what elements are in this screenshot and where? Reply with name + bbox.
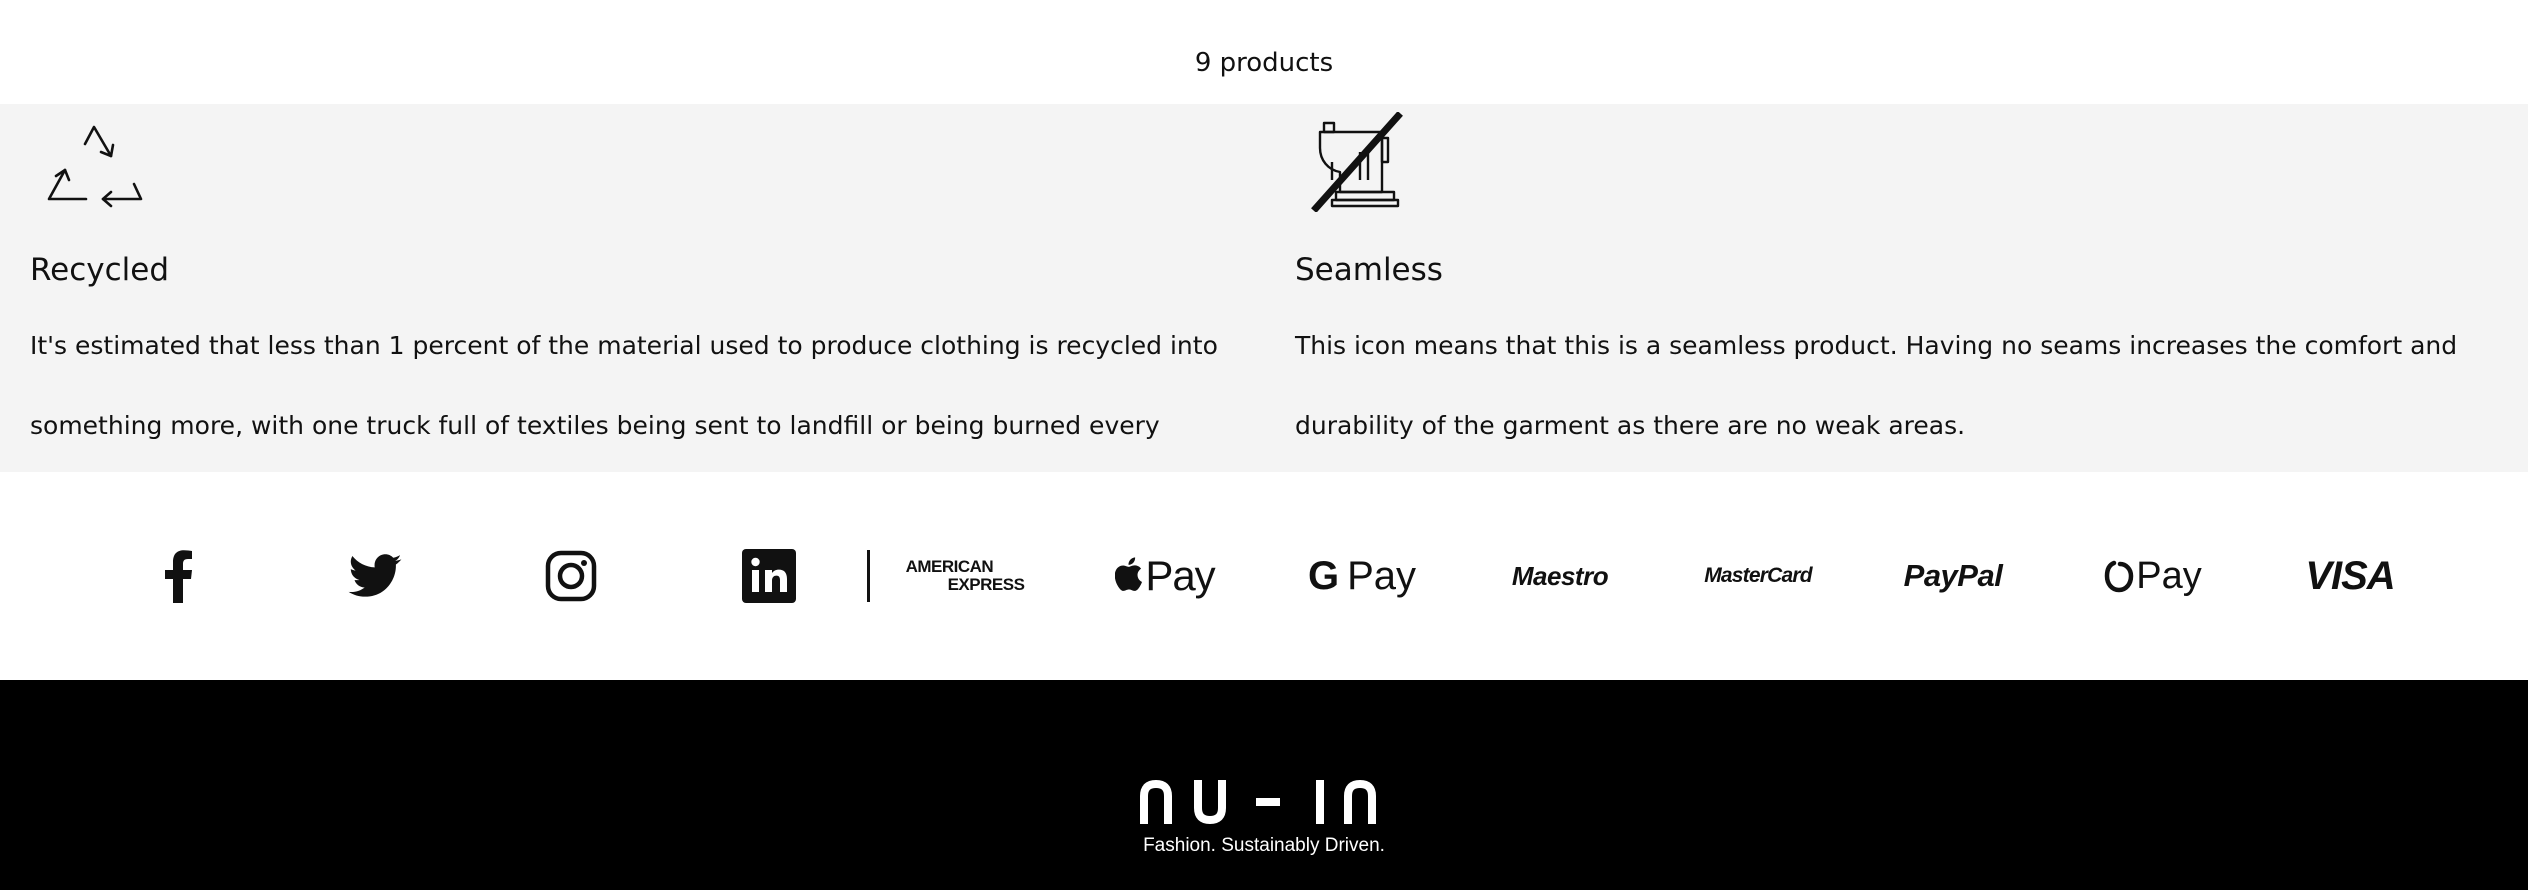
- mastercard-logo: MasterCard: [1700, 472, 1816, 680]
- amex-logo: AMERICAN EXPRESS: [906, 472, 1025, 680]
- instagram-icon: [545, 550, 597, 602]
- mastercard-label: MasterCard: [1704, 564, 1812, 587]
- maestro-label: Maestro: [1511, 560, 1609, 591]
- social-payment-divider: [867, 550, 870, 602]
- apple-icon: [1115, 557, 1143, 591]
- product-features: Recycled It's estimated that less than 1…: [0, 104, 2528, 520]
- feature-description: This icon means that this is a seamless …: [1295, 331, 2458, 440]
- twitter-link[interactable]: [344, 472, 406, 680]
- apple-pay-logo: Pay: [1110, 472, 1220, 680]
- amex-line-2: EXPRESS: [947, 575, 1025, 594]
- feature-title: Seamless: [1295, 252, 1443, 288]
- facebook-link[interactable]: [150, 472, 206, 680]
- visa-label: VISA: [2305, 553, 2395, 598]
- instagram-link[interactable]: [540, 472, 602, 680]
- shop-pay-logo: Pay: [2093, 472, 2213, 680]
- site-footer: Fashion. Sustainably Driven.: [0, 680, 2528, 890]
- google-g-icon: G: [1307, 553, 1340, 598]
- shop-pay-icon: [2104, 560, 2134, 593]
- google-pay-logo: G Pay: [1307, 472, 1417, 680]
- feature-seamless: Seamless This icon means that this is a …: [1295, 104, 2505, 472]
- product-count-bar: 9 products: [0, 0, 2528, 104]
- linkedin-icon: [742, 549, 796, 603]
- social-and-payments: AMERICAN EXPRESS Pay G Pay Maestro Maste…: [0, 472, 2528, 680]
- feature-recycled: Recycled It's estimated that less than 1…: [30, 104, 1260, 520]
- footer-tagline: Fashion. Sustainably Driven.: [1143, 835, 1385, 856]
- paypal-logo: PayPal: [1895, 472, 2011, 680]
- no-sewing-machine-icon: [1311, 112, 1403, 212]
- product-count: 9 products: [1194, 48, 1334, 78]
- twitter-icon: [348, 554, 402, 597]
- facebook-icon: [165, 550, 192, 603]
- google-pay-label: Pay: [1347, 553, 1417, 598]
- shop-pay-label: Pay: [2136, 554, 2202, 597]
- nu-in-logo: [1140, 780, 1376, 824]
- amex-line-1: AMERICAN: [905, 557, 994, 576]
- visa-logo: VISA: [2295, 472, 2405, 680]
- apple-pay-label: Pay: [1145, 552, 1215, 599]
- maestro-logo: Maestro: [1505, 472, 1615, 680]
- paypal-label: PayPal: [1903, 558, 2003, 593]
- linkedin-link[interactable]: [738, 472, 800, 680]
- feature-title: Recycled: [30, 252, 170, 288]
- recycle-icon: [47, 125, 143, 208]
